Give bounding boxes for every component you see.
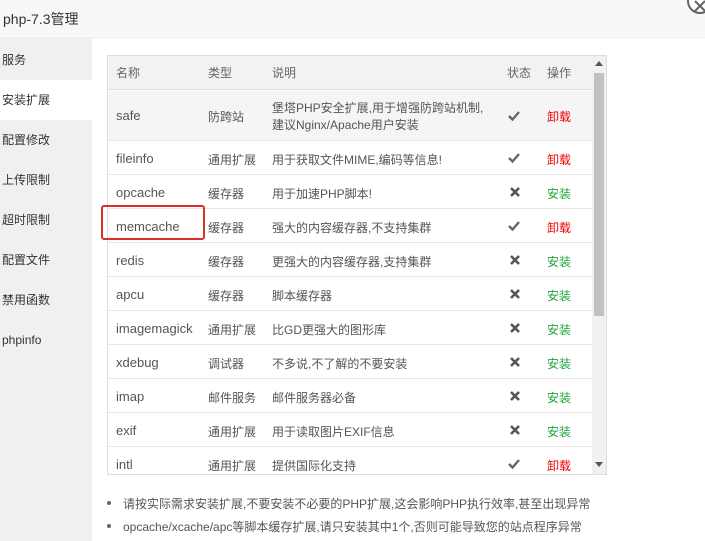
scroll-up-arrow-icon[interactable] <box>595 61 603 66</box>
header-action: 操作 <box>547 66 572 80</box>
ext-desc: 更强大的内容缓存器,支持集群 <box>272 255 432 269</box>
install-button[interactable]: 安装 <box>547 355 571 372</box>
cross-icon <box>510 187 520 197</box>
ext-name: intl <box>116 457 133 472</box>
ext-name: imap <box>116 389 145 404</box>
ext-type: 邮件服务 <box>208 391 257 405</box>
sidebar-item-service[interactable]: 服务 <box>0 40 92 80</box>
ext-name: opcache <box>116 185 166 200</box>
ext-type: 通用扩展 <box>208 153 257 167</box>
dialog-title: php-7.3管理 <box>3 11 79 27</box>
ext-desc: 用于加速PHP脚本! <box>272 187 373 201</box>
cross-icon <box>510 425 520 435</box>
check-icon <box>508 459 520 470</box>
sidebar-item-disabled-functions[interactable]: 禁用函数 <box>0 280 92 320</box>
php-manager-dialog: php-7.3管理 服务 安装扩展 配置修改 上传限制 超时限制 配置文件 禁用… <box>0 0 705 541</box>
sidebar-item-install-extensions[interactable]: 安装扩展 <box>0 80 92 120</box>
table-scrollbar[interactable] <box>592 56 606 474</box>
table-row: opcache 缓存器 用于加速PHP脚本! 安装 <box>108 175 592 209</box>
ext-desc: 不多说,不了解的不要安装 <box>272 357 408 371</box>
ext-name: fileinfo <box>116 151 154 166</box>
sidebar-item-timeout-limit[interactable]: 超时限制 <box>0 200 92 240</box>
note-text: 请按实际需求安装扩展,不要安装不必要的PHP扩展,这会影响PHP执行效率,甚至出… <box>123 497 591 511</box>
install-button[interactable]: 安装 <box>547 253 571 270</box>
sidebar: 服务 安装扩展 配置修改 上传限制 超时限制 配置文件 禁用函数 phpinfo <box>0 38 92 541</box>
header-desc: 说明 <box>272 66 297 80</box>
table-row: imagemagick 通用扩展 比GD更强大的图形库 安装 <box>108 311 592 345</box>
ext-type: 防跨站 <box>208 110 245 124</box>
ext-desc-line2: 建议Nginx/Apache用户安装 <box>272 118 419 132</box>
cross-icon <box>510 255 520 265</box>
check-icon <box>508 111 520 122</box>
table-row: redis 缓存器 更强大的内容缓存器,支持集群 安装 <box>108 243 592 277</box>
ext-desc: 提供国际化支持 <box>272 459 357 473</box>
ext-type: 缓存器 <box>208 221 245 235</box>
table-header: 名称 类型 说明 状态 操作 <box>108 56 592 90</box>
note-text: opcache/xcache/apc等脚本缓存扩展,请只安装其中1个,否则可能导… <box>123 520 582 534</box>
ext-name: exif <box>116 423 137 438</box>
ext-type: 通用扩展 <box>208 425 257 439</box>
extensions-table: 名称 类型 说明 状态 操作 safe 防跨站 堡塔PHP安全扩展,用于增强防跨… <box>107 55 607 475</box>
uninstall-button[interactable]: 卸载 <box>547 151 571 168</box>
table-row: xdebug 调试器 不多说,不了解的不要安装 安装 <box>108 345 592 379</box>
install-button[interactable]: 安装 <box>547 185 571 202</box>
cross-icon <box>510 323 520 333</box>
ext-type: 通用扩展 <box>208 459 257 473</box>
header-status: 状态 <box>507 66 532 80</box>
ext-type: 缓存器 <box>208 255 245 269</box>
sidebar-item-phpinfo[interactable]: phpinfo <box>0 320 92 360</box>
install-button[interactable]: 安装 <box>547 389 571 406</box>
ext-desc: 堡塔PHP安全扩展,用于增强防跨站机制, <box>272 101 484 115</box>
uninstall-button[interactable]: 卸载 <box>547 457 571 474</box>
ext-desc: 比GD更强大的图形库 <box>272 323 387 337</box>
title-bar: php-7.3管理 <box>0 0 705 38</box>
ext-type: 缓存器 <box>208 289 245 303</box>
install-button[interactable]: 安装 <box>547 321 571 338</box>
sidebar-item-config-edit[interactable]: 配置修改 <box>0 120 92 160</box>
install-button[interactable]: 安装 <box>547 287 571 304</box>
bullet-icon <box>107 501 111 505</box>
table-row: apcu 缓存器 脚本缓存器 安装 <box>108 277 592 311</box>
sidebar-item-upload-limit[interactable]: 上传限制 <box>0 160 92 200</box>
table-row: imap 邮件服务 邮件服务器必备 安装 <box>108 379 592 413</box>
ext-type: 调试器 <box>208 357 245 371</box>
scroll-thumb[interactable] <box>594 73 604 316</box>
header-name: 名称 <box>116 66 141 80</box>
table-row: safe 防跨站 堡塔PHP安全扩展,用于增强防跨站机制, 建议Nginx/Ap… <box>108 91 592 141</box>
close-icon <box>694 0 705 12</box>
ext-desc: 强大的内容缓存器,不支持集群 <box>272 221 432 235</box>
ext-type: 缓存器 <box>208 187 245 201</box>
table-row: fileinfo 通用扩展 用于获取文件MIME,编码等信息! 卸载 <box>108 141 592 175</box>
close-button[interactable] <box>687 0 705 14</box>
cross-icon <box>510 357 520 367</box>
table-row: intl 通用扩展 提供国际化支持 卸载 <box>108 447 592 474</box>
ext-name: safe <box>116 108 141 123</box>
ext-desc: 邮件服务器必备 <box>272 391 357 405</box>
cross-icon <box>510 391 520 401</box>
ext-desc: 脚本缓存器 <box>272 289 333 303</box>
check-icon <box>508 153 520 164</box>
check-icon <box>508 221 520 232</box>
uninstall-button[interactable]: 卸载 <box>547 108 571 125</box>
ext-name: apcu <box>116 287 145 302</box>
uninstall-button[interactable]: 卸载 <box>547 219 571 236</box>
ext-desc: 用于读取图片EXIF信息 <box>272 425 395 439</box>
ext-type: 通用扩展 <box>208 323 257 337</box>
scroll-down-arrow-icon[interactable] <box>595 462 603 467</box>
ext-name: redis <box>116 253 145 268</box>
bullet-icon <box>107 524 111 528</box>
ext-name: imagemagick <box>116 321 193 336</box>
table-row: exif 通用扩展 用于读取图片EXIF信息 安装 <box>108 413 592 447</box>
ext-name: xdebug <box>116 355 159 370</box>
memcache-highlight-box <box>101 205 205 240</box>
cross-icon <box>510 289 520 299</box>
header-type: 类型 <box>208 66 233 80</box>
sidebar-item-config-file[interactable]: 配置文件 <box>0 240 92 280</box>
install-button[interactable]: 安装 <box>547 423 571 440</box>
ext-desc: 用于获取文件MIME,编码等信息! <box>272 153 442 167</box>
